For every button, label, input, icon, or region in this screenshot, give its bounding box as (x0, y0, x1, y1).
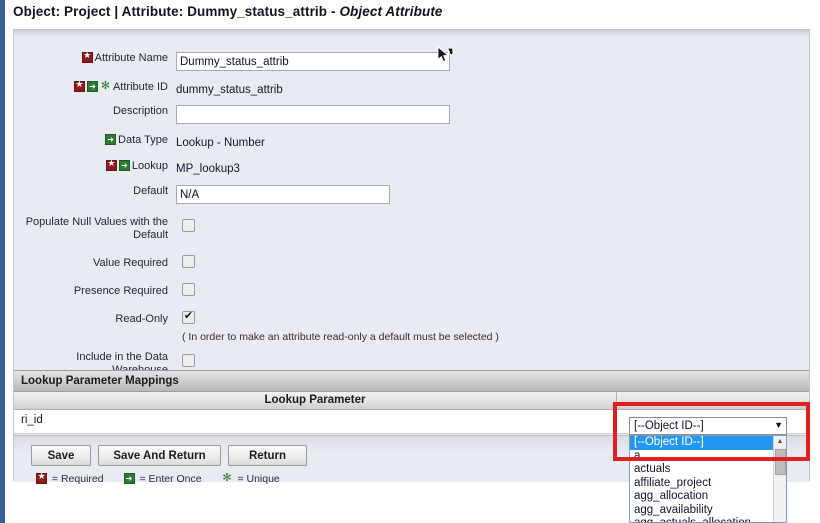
dropdown-option[interactable]: agg_allocation (630, 490, 786, 504)
legend-required-text: = Required (51, 473, 104, 485)
enter-once-icon (86, 81, 98, 92)
dropdown-scrollbar[interactable]: ▲ (773, 436, 786, 522)
read-only-label: Read-Only (115, 313, 168, 325)
section-title: Lookup Parameter Mappings (21, 375, 179, 387)
control-col: MP_lookup3 (176, 160, 240, 179)
lookup-label: Lookup (22, 158, 168, 173)
dropdown-option[interactable]: agg_availability (630, 504, 786, 518)
page-title-italic: Object Attribute (339, 4, 443, 19)
control-col (182, 255, 195, 271)
required-icon (36, 471, 47, 484)
enter-once-icon (105, 134, 117, 145)
left-blue-rail (0, 0, 5, 523)
mapping-table-header: Lookup Parameter (14, 392, 809, 410)
data-type-label: Data Type (22, 134, 168, 147)
legend-enter-once-text: = Enter Once (139, 473, 202, 485)
legend-required: = Required (36, 471, 104, 485)
column-header-lookup-parameter: Lookup Parameter (264, 394, 366, 406)
attribute-name-label: Attribute Name (22, 50, 168, 65)
return-button[interactable]: Return (228, 445, 307, 466)
unique-icon (100, 80, 111, 92)
read-only-checkbox[interactable] (182, 310, 195, 324)
dropdown-option[interactable]: [--Object ID--] (630, 436, 786, 450)
page-title: Object: Project | Attribute: Dummy_statu… (13, 4, 443, 19)
dropdown-option[interactable]: agg_actuals_allocation (630, 517, 786, 522)
dropdown-option-list[interactable]: [--Object ID--] a actuals affiliate_proj… (629, 435, 787, 523)
default-input[interactable] (176, 185, 390, 204)
attribute-form-panel: Attribute Name Attribute ID dummy_status… (13, 29, 810, 485)
lookup-label-text: Lookup (131, 160, 168, 172)
mouse-cursor-busy-icon (437, 46, 456, 68)
attribute-id-label: Attribute ID (22, 79, 168, 94)
control-col (176, 105, 450, 124)
description-label: Description (112, 105, 168, 117)
enter-once-icon (123, 473, 135, 484)
scroll-up-arrow-icon[interactable]: ▲ (774, 436, 786, 448)
attribute-form: Attribute Name Attribute ID dummy_status… (14, 36, 809, 376)
dropdown-option[interactable]: a (630, 450, 786, 464)
populate-null-label: Populate Null Values with the Default (25, 216, 168, 241)
include-dw-checkbox[interactable] (182, 354, 195, 367)
control-col (182, 219, 195, 235)
presence-required-label: Presence Required (73, 285, 168, 297)
data-type-value: Lookup - Number (176, 137, 265, 149)
dropdown-option[interactable]: actuals (630, 463, 786, 477)
legend: = Required = Enter Once = Unique (36, 471, 297, 485)
control-col (182, 354, 195, 370)
required-icon (81, 50, 93, 63)
read-only-hint: ( In order to make an attribute read-onl… (182, 331, 499, 343)
control-col (176, 185, 390, 204)
dropdown-option[interactable]: affiliate_project (630, 477, 786, 491)
save-and-return-button[interactable]: Save And Return (98, 445, 221, 466)
legend-enter-once: = Enter Once (123, 473, 202, 485)
description-input[interactable] (176, 105, 450, 124)
populate-null-checkbox[interactable] (182, 219, 195, 232)
column-divider (616, 392, 617, 410)
required-icon (73, 79, 85, 92)
control-col: Lookup - Number (176, 134, 265, 153)
value-required-checkbox[interactable] (182, 255, 195, 268)
page-title-plain: Object: Project | Attribute: Dummy_statu… (13, 4, 340, 19)
lookup-parameter-mappings-section-header: Lookup Parameter Mappings (14, 370, 809, 392)
control-col (176, 52, 450, 71)
control-col (182, 283, 195, 299)
cell-lookup-parameter: ri_id (21, 414, 43, 426)
presence-required-checkbox[interactable] (182, 283, 195, 296)
required-icon (105, 158, 117, 171)
scrollbar-thumb[interactable] (775, 449, 786, 475)
attribute-id-label-text: Attribute ID (112, 81, 168, 93)
attribute-name-input[interactable] (176, 52, 450, 71)
control-col (182, 310, 195, 327)
data-type-label-text: Data Type (118, 134, 168, 146)
dropdown-closed-box[interactable]: [--Object ID--] ▼ (629, 417, 787, 435)
value-required-label: Value Required (92, 257, 168, 269)
lookup-value: MP_lookup3 (176, 163, 240, 175)
attribute-id-value: dummy_status_attrib (176, 84, 283, 96)
save-button[interactable]: Save (31, 445, 91, 466)
control-col: dummy_status_attrib (176, 81, 283, 100)
legend-unique-text: = Unique (237, 473, 280, 485)
object-id-dropdown[interactable]: [--Object ID--] ▼ [--Object ID--] a actu… (629, 417, 787, 523)
dropdown-selected-value: [--Object ID--] (634, 420, 704, 432)
chevron-down-icon[interactable]: ▼ (774, 420, 783, 430)
attribute-name-label-text: Attribute Name (94, 52, 168, 64)
default-label: Default (133, 185, 168, 197)
unique-icon (222, 472, 233, 484)
enter-once-icon (118, 160, 130, 171)
legend-unique: = Unique (222, 472, 280, 485)
